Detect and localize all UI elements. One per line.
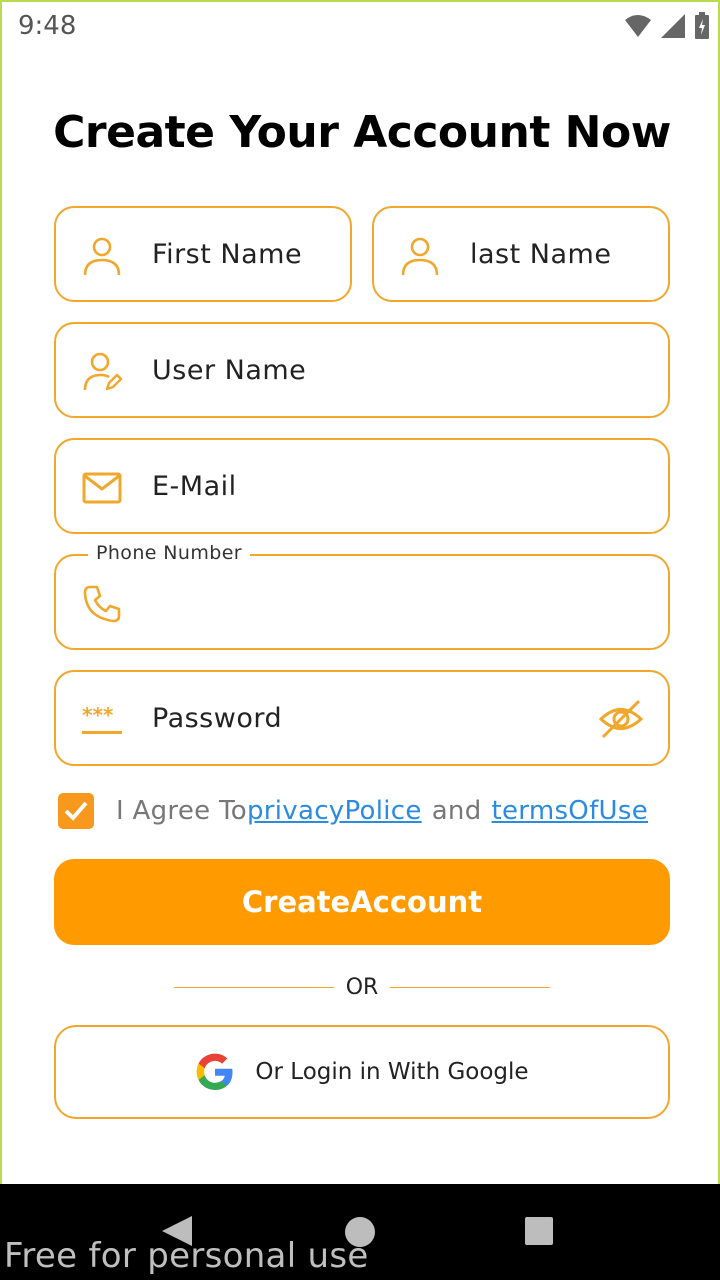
person-icon: [401, 237, 439, 276]
google-login-label: Or Login in With Google: [255, 1059, 529, 1085]
watermark: Free for personal use: [4, 1236, 369, 1276]
google-icon: [197, 1053, 233, 1090]
agree-and-text: and: [431, 796, 482, 826]
status-time: 9:48: [18, 11, 77, 41]
svg-text:***: ***: [82, 703, 114, 727]
user-name-field[interactable]: User Name: [54, 322, 670, 418]
last-name-label: last Name: [470, 239, 612, 270]
last-name-field[interactable]: last Name: [372, 206, 670, 302]
app-screen: 9:48 Create Your Account Now First Name: [0, 0, 720, 1184]
password-label: Password: [152, 703, 283, 734]
checkmark-icon: [64, 801, 88, 821]
password-field[interactable]: *** Password: [54, 670, 670, 766]
wifi-icon: [625, 15, 651, 37]
status-bar: 9:48: [2, 2, 720, 52]
user-name-label: User Name: [152, 355, 307, 386]
first-name-label: First Name: [152, 239, 303, 270]
agree-text: I Agree To: [116, 796, 247, 826]
mail-icon: [82, 472, 122, 504]
email-label: E-Mail: [152, 471, 237, 502]
or-divider: OR: [174, 972, 550, 1004]
create-account-button[interactable]: CreateAccount: [54, 859, 670, 945]
person-edit-icon: [83, 352, 122, 391]
signal-icon: [661, 14, 685, 38]
password-dots-icon: ***: [82, 703, 122, 734]
status-icons: [624, 12, 710, 40]
google-login-button[interactable]: Or Login in With Google: [54, 1025, 670, 1119]
phone-field[interactable]: Phone Number: [54, 542, 670, 650]
agree-checkbox[interactable]: [58, 793, 94, 829]
page-title: Create Your Account Now: [53, 107, 671, 158]
email-field[interactable]: E-Mail: [54, 438, 670, 534]
terms-of-use-link[interactable]: termsOfUse: [492, 796, 649, 826]
eye-off-icon[interactable]: [598, 696, 644, 742]
agreement-row: I Agree To privacyPolice and termsOfUse: [58, 791, 648, 831]
or-label: OR: [345, 975, 379, 1000]
phone-icon: [83, 585, 121, 623]
first-name-field[interactable]: First Name: [54, 206, 352, 302]
privacy-policy-link[interactable]: privacyPolice: [247, 796, 422, 826]
person-icon: [83, 237, 121, 276]
recents-icon[interactable]: [524, 1216, 554, 1246]
battery-icon: [695, 12, 709, 39]
phone-floating-label: Phone Number: [88, 542, 251, 564]
